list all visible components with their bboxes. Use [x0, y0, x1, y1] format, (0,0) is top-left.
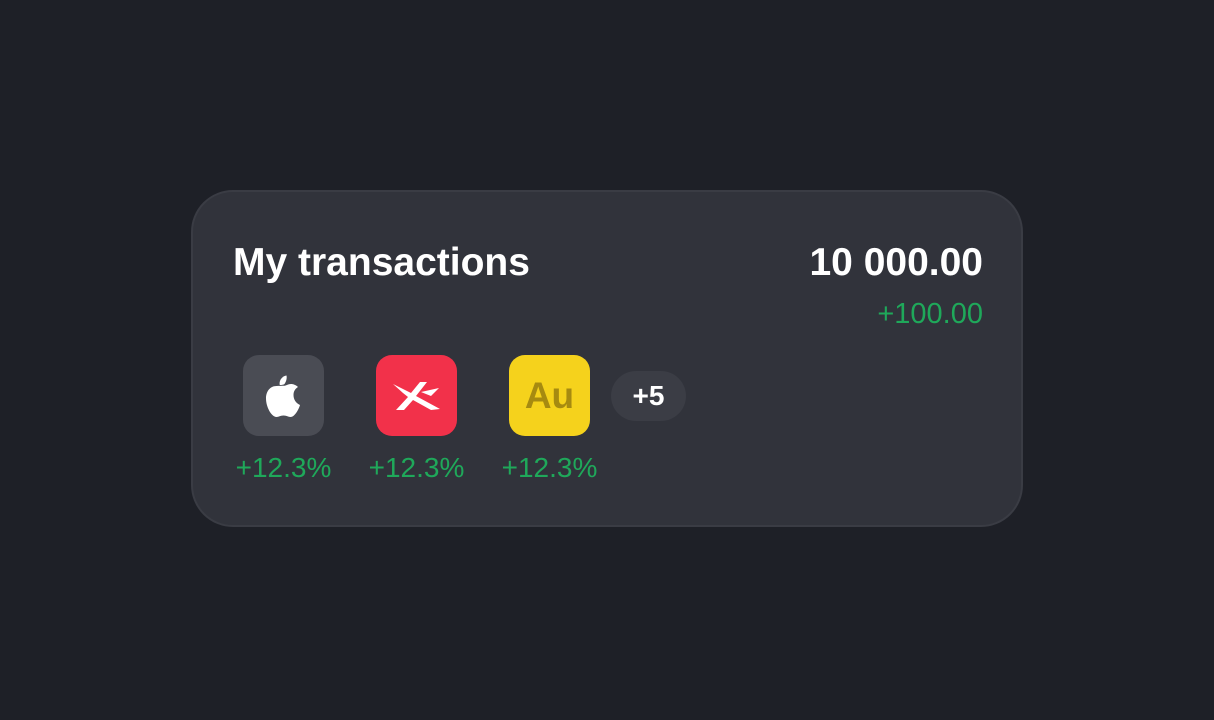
card-title: My transactions — [233, 241, 530, 284]
more-assets-badge[interactable]: +5 — [611, 371, 686, 421]
balance-amount: 10 000.00 — [809, 241, 983, 284]
asset-item-gold[interactable]: Au +12.3% — [499, 355, 600, 484]
asset-item-x[interactable]: +12.3% — [366, 355, 467, 484]
x-brand-logo-icon — [376, 355, 457, 436]
apple-logo-icon — [243, 355, 324, 436]
asset-list: +12.3% +12.3% Au +12.3% +5 — [233, 355, 686, 484]
balance-change: +100.00 — [877, 298, 983, 330]
asset-change: +12.3% — [501, 452, 598, 483]
gold-au-icon: Au — [509, 355, 590, 436]
transactions-card[interactable]: My transactions 10 000.00 +100.00 +12.3%… — [191, 190, 1023, 527]
asset-change: +12.3% — [235, 452, 332, 483]
gold-symbol: Au — [524, 375, 575, 416]
asset-change: +12.3% — [368, 452, 465, 483]
asset-item-apple[interactable]: +12.3% — [233, 355, 334, 484]
